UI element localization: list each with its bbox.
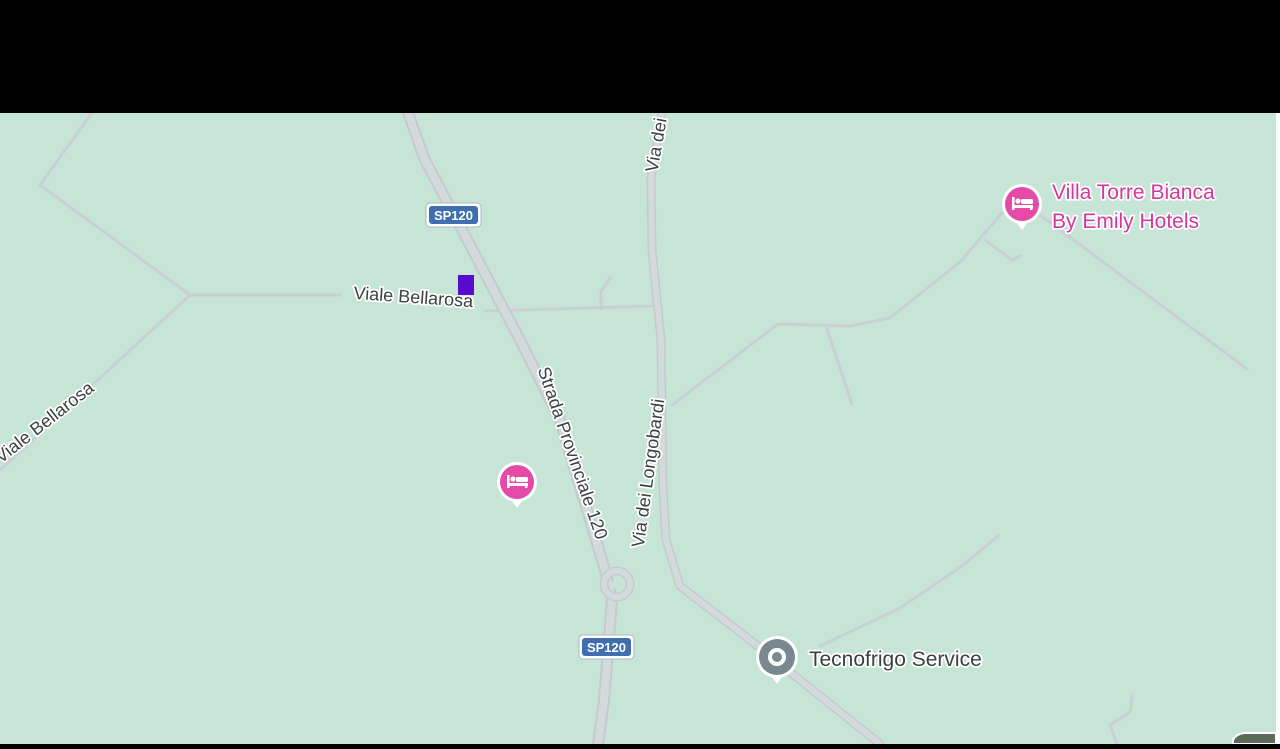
selection-marker[interactable]: [458, 275, 474, 295]
top-black-bar: [0, 0, 1280, 113]
sp120-shield-bottom[interactable]: SP120: [578, 634, 635, 660]
villa-torre-bianca-label-line1[interactable]: Villa Torre Bianca: [1050, 179, 1216, 206]
map-svg[interactable]: SP120 SP120 Viale Bellarosa Viale Bellar…: [0, 107, 1280, 749]
villa-torre-bianca-label-line2[interactable]: By Emily Hotels: [1050, 208, 1201, 235]
tecnofrigo-service-label[interactable]: Tecnofrigo Service: [807, 646, 983, 673]
sp120-shield-bottom-label: SP120: [587, 640, 626, 655]
roundabout[interactable]: [599, 566, 635, 602]
sp120-shield-top-label: SP120: [434, 208, 473, 223]
thumbnail-corner[interactable]: [1232, 732, 1277, 745]
land-area: [0, 113, 1280, 744]
sp120-shield-top[interactable]: SP120: [425, 202, 482, 228]
map-canvas[interactable]: SP120 SP120 Viale Bellarosa Viale Bellar…: [0, 107, 1280, 749]
right-edge-border: [1276, 113, 1280, 744]
